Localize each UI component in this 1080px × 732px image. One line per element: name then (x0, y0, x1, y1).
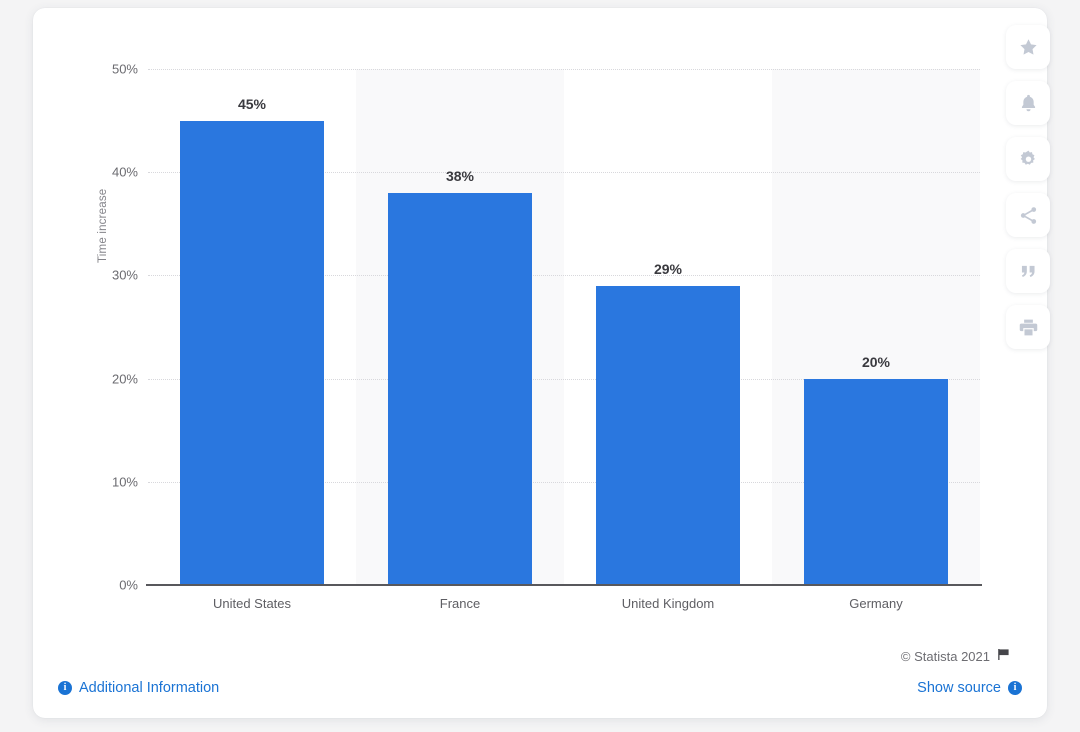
x-axis-ticks: United States France United Kingdom Germ… (148, 596, 980, 622)
copyright: © Statista 2021 (901, 648, 1010, 664)
chart-plot: Time increase 50% 40% 30% 20% 10% 0% 45% (33, 8, 1047, 648)
share-button[interactable] (1006, 193, 1050, 237)
y-tick-label: 0% (119, 577, 138, 593)
bar-united-kingdom[interactable]: 29% (596, 261, 740, 585)
print-button[interactable] (1006, 305, 1050, 349)
bar-germany[interactable]: 20% (804, 354, 948, 585)
y-tick-label: 40% (111, 164, 138, 180)
x-tick-label: Germany (849, 596, 903, 611)
gridline (148, 69, 980, 70)
settings-button[interactable] (1006, 137, 1050, 181)
bell-icon (1018, 93, 1039, 114)
bar-value-label: 29% (653, 260, 683, 277)
bar-value-label: 38% (445, 167, 475, 184)
bar-united-states[interactable]: 45% (180, 96, 324, 585)
info-icon: i (58, 681, 72, 695)
share-icon (1018, 205, 1039, 226)
star-icon (1018, 37, 1039, 58)
x-tick-label: France (439, 596, 481, 611)
y-tick-label: 50% (111, 61, 138, 77)
additional-information-link[interactable]: i Additional Information (58, 680, 219, 696)
quote-icon (1018, 261, 1039, 282)
y-tick-label: 30% (111, 267, 138, 283)
alert-button[interactable] (1006, 81, 1050, 125)
bar-france[interactable]: 38% (388, 168, 532, 585)
x-axis-line (146, 584, 982, 586)
printer-icon (1018, 317, 1039, 338)
y-tick-label: 10% (111, 474, 138, 490)
y-axis-ticks: 50% 40% 30% 20% 10% 0% (76, 62, 138, 593)
bar-value-label: 20% (861, 353, 891, 370)
show-source-link[interactable]: Show source i (917, 680, 1022, 696)
footer-links: i Additional Information Show source i (58, 680, 1022, 696)
gear-icon (1018, 149, 1039, 170)
side-toolbar (1006, 25, 1050, 349)
y-tick-label: 20% (111, 371, 138, 387)
additional-information-label: Additional Information (79, 680, 220, 696)
flag-icon (997, 648, 1010, 664)
x-tick-label: United Kingdom (621, 596, 715, 611)
favorite-button[interactable] (1006, 25, 1050, 69)
show-source-label: Show source (917, 680, 1001, 696)
info-icon: i (1008, 681, 1022, 695)
x-tick-label: United States (212, 596, 292, 611)
plot-area: 45% 38% 29% 20% (148, 69, 980, 585)
copyright-text: © Statista 2021 (900, 648, 990, 664)
cite-button[interactable] (1006, 249, 1050, 293)
chart-card: Time increase 50% 40% 30% 20% 10% 0% 45% (33, 8, 1047, 718)
bar-value-label: 45% (237, 95, 267, 112)
